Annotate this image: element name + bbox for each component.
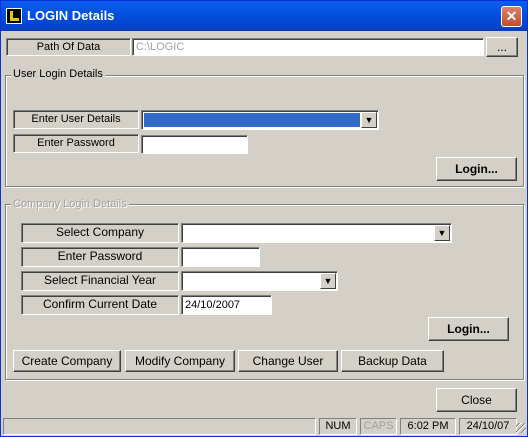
confirm-current-date-label: Confirm Current Date xyxy=(21,295,179,315)
chevron-down-icon[interactable]: ▼ xyxy=(320,273,336,289)
login-details-window: LOGIN Details ✕ Path Of Data C:\LOGIC ..… xyxy=(0,0,528,437)
path-of-data-label: Path Of Data xyxy=(6,38,131,56)
user-login-button[interactable]: Login... xyxy=(436,157,517,181)
user-details-selection xyxy=(144,113,360,127)
status-caps: CAPS xyxy=(360,418,397,435)
status-num: NUM xyxy=(319,418,357,435)
select-company-combobox[interactable]: ▼ xyxy=(181,223,452,243)
browse-path-button[interactable]: ... xyxy=(486,37,518,57)
current-date-field[interactable]: 24/10/2007 xyxy=(181,295,272,315)
modify-company-button[interactable]: Modify Company xyxy=(125,350,235,372)
financial-year-combobox[interactable]: ▼ xyxy=(181,271,338,291)
close-icon: ✕ xyxy=(505,8,518,24)
select-financial-year-label: Select Financial Year xyxy=(21,271,179,291)
company-password-field[interactable] xyxy=(181,247,260,267)
change-user-button[interactable]: Change User xyxy=(238,350,338,372)
chevron-down-icon[interactable]: ▼ xyxy=(434,225,450,241)
enter-user-details-label: Enter User Details xyxy=(13,110,139,129)
select-company-label: Select Company xyxy=(21,223,179,243)
close-button[interactable]: Close xyxy=(436,388,517,412)
user-details-combobox[interactable]: ▼ xyxy=(141,110,379,130)
backup-data-button[interactable]: Backup Data xyxy=(341,350,444,372)
user-password-field[interactable] xyxy=(141,135,248,154)
status-message-pane xyxy=(3,418,316,435)
company-login-group-title: Company Login Details xyxy=(11,198,129,210)
company-login-button[interactable]: Login... xyxy=(428,317,509,341)
close-window-button[interactable]: ✕ xyxy=(501,6,522,27)
app-logo-icon xyxy=(6,8,22,24)
title-bar[interactable]: LOGIN Details ✕ xyxy=(1,1,527,31)
path-of-data-field[interactable]: C:\LOGIC xyxy=(132,38,484,56)
enter-password-label: Enter Password xyxy=(13,134,139,153)
chevron-down-icon[interactable]: ▼ xyxy=(361,112,377,128)
user-login-group-title: User Login Details xyxy=(11,68,105,80)
create-company-button[interactable]: Create Company xyxy=(13,350,121,372)
window-title: LOGIN Details xyxy=(27,8,115,23)
status-time: 6:02 PM xyxy=(400,418,456,435)
company-password-label: Enter Password xyxy=(21,247,179,267)
resize-grip-icon[interactable] xyxy=(516,423,526,433)
status-date: 24/10/07 xyxy=(459,418,517,435)
